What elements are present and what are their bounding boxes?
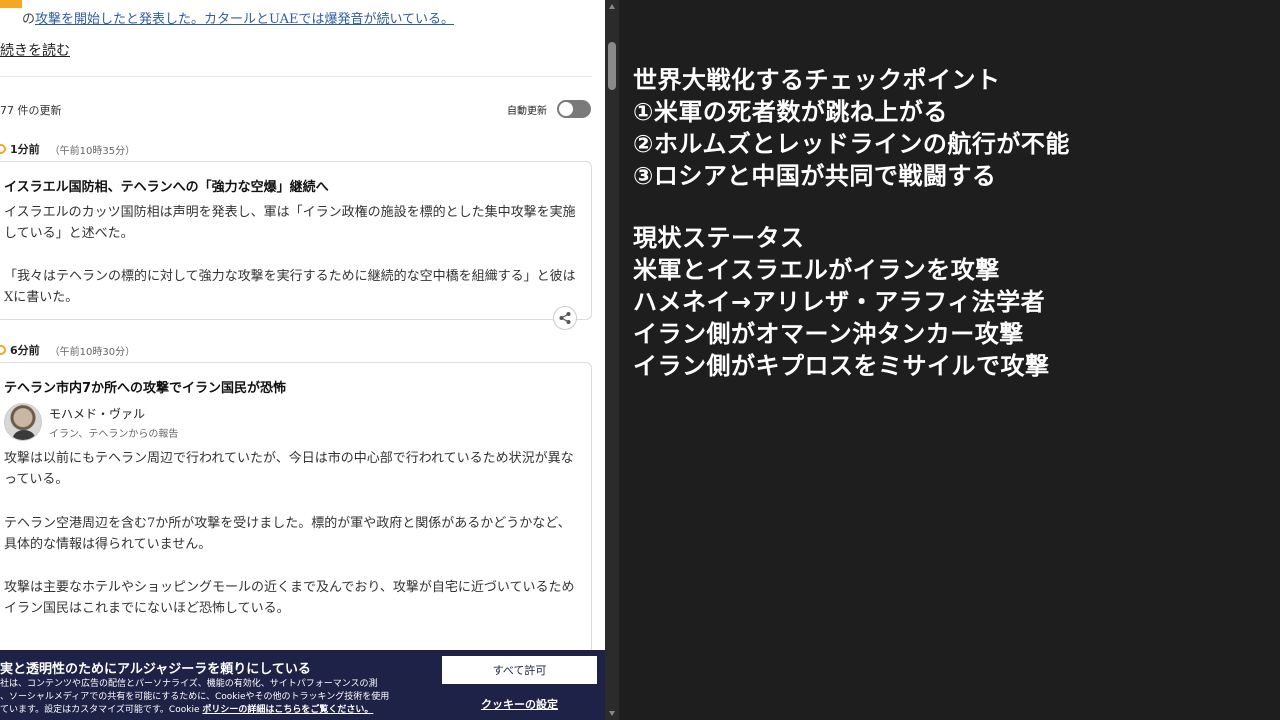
cookie-body-line: 社は、コンテンツや広告の配信とパーソナライズ、機能の有効化、サイトパフォーマンス… <box>0 679 378 689</box>
summary-prefix: の <box>22 12 36 27</box>
note-heading: 現状ステータス <box>633 224 805 252</box>
auto-update-label: 自動更新 <box>507 105 547 117</box>
post-paragraph: テヘラン空港周辺を含む7か所が攻撃を受けました。標的が軍や政府と関係があるかどう… <box>4 516 571 552</box>
scroll-up-arrow-icon[interactable] <box>609 4 615 9</box>
scrollbar-thumb[interactable] <box>608 42 616 90</box>
accent-tab <box>0 0 22 8</box>
post-paragraph: イスラエルのカッツ国防相は声明を発表し、軍は「イラン政権の施設を標的とした集中攻… <box>4 205 576 241</box>
notes-pane: 世界大戦化するチェックポイント ①米軍の死者数が跳ね上がる ②ホルムズとレッドラ… <box>619 0 1280 720</box>
auto-update-control: 自動更新 <box>507 100 591 118</box>
post-card: イスラエル国防相、テヘランへの「強力な空爆」継続へ イスラエルのカッツ国防相は声… <box>0 161 592 330</box>
cookie-body-text: ています。設定はカスタマイズ可能です。Cookie <box>0 705 200 715</box>
read-more-link[interactable]: 続きを読む <box>0 40 70 60</box>
auto-update-toggle[interactable] <box>557 100 591 118</box>
cookie-settings-link[interactable]: クッキーの設定 <box>442 696 597 712</box>
scrollbar[interactable] <box>605 0 619 720</box>
article-pane: の攻撃を開始したと発表した。カタールとUAEでは爆発音が続いている。 続きを読む… <box>0 0 605 720</box>
cookie-policy-link[interactable]: ポリシーの詳細はこちらをご覧ください。 <box>202 705 373 715</box>
post-paragraph: 攻撃は主要なホテルやショッピングモールの近くまで及んでおり、攻撃が自宅に近づいて… <box>4 580 575 616</box>
update-count: 77 件の更新 <box>0 104 62 117</box>
note-line: ①米軍の死者数が跳ね上がる <box>633 98 948 126</box>
cookie-title: 実と透明性のためにアルジャジーラを頼りにしている <box>0 662 311 677</box>
timeline-dot-icon <box>0 345 6 355</box>
post-title: イスラエル国防相、テヘランへの「強力な空爆」継続へ <box>4 180 329 195</box>
post-title: テヘラン市内7か所への攻撃でイラン国民が恐怖 <box>4 381 287 396</box>
cookie-body-line: ています。設定はカスタマイズ可能です。Cookie ポリシーの詳細はこちらをご覧… <box>0 704 432 717</box>
author-location: イラン、テヘランからの報告 <box>49 429 179 440</box>
note-line: ②ホルムズとレッドラインの航行が不能 <box>633 130 1070 158</box>
summary-text: の攻撃を開始したと発表した。カタールとUAEでは爆発音が続いている。 <box>22 8 454 27</box>
author-avatar <box>4 403 42 441</box>
note-line: イラン側がキプロスをミサイルで攻撃 <box>633 352 1050 380</box>
post-clock: （午前10時35分） <box>49 145 136 157</box>
cookie-body-line: 、ソーシャルメディアでの共有を可能にするために、Cookieやその他のトラッキン… <box>0 692 390 702</box>
note-line: イラン側がオマーン沖タンカー攻撃 <box>633 320 1024 348</box>
author-name: モハメド・ヴァル <box>49 407 146 421</box>
post-paragraph: 攻撃は以前にもテヘラン周辺で行われていたが、今日は市の中心部で行われているため状… <box>4 451 574 487</box>
post-clock: （午前10時30分） <box>49 346 136 358</box>
cookie-banner: 実と透明性のためにアルジャジーラを頼りにしている 社は、コンテンツや広告の配信と… <box>0 650 605 720</box>
post-paragraph: 「我々はテヘランの標的に対して強力な攻撃を実行するために継続的な空中橋を組織する… <box>4 269 576 305</box>
post-timestamp: 1分前 （午前10時35分） <box>0 141 135 157</box>
post-ago: 1分前 <box>10 143 40 156</box>
post-ago: 6分前 <box>10 344 40 357</box>
summary-link[interactable]: 攻撃を開始したと発表した。カタールとUAEでは爆発音が続いている。 <box>35 12 454 27</box>
note-line: ハメネイ→アリレザ・アラフィ法学者 <box>633 288 1046 316</box>
note-line: 米軍とイスラエルがイランを攻撃 <box>633 256 1000 284</box>
timeline-dot-icon <box>0 144 6 154</box>
cookie-body: 社は、コンテンツや広告の配信とパーソナライズ、機能の有効化、サイトパフォーマンス… <box>0 678 432 717</box>
note-line: ③ロシアと中国が共同で戦闘する <box>633 162 997 190</box>
divider <box>0 76 592 77</box>
share-icon <box>559 312 571 324</box>
scroll-down-arrow-icon[interactable] <box>609 711 615 716</box>
allow-all-button[interactable]: すべて許可 <box>442 656 597 684</box>
post-timestamp: 6分前 （午前10時30分） <box>0 342 135 358</box>
share-button[interactable] <box>553 306 577 330</box>
note-heading: 世界大戦化するチェックポイント <box>633 66 1001 94</box>
